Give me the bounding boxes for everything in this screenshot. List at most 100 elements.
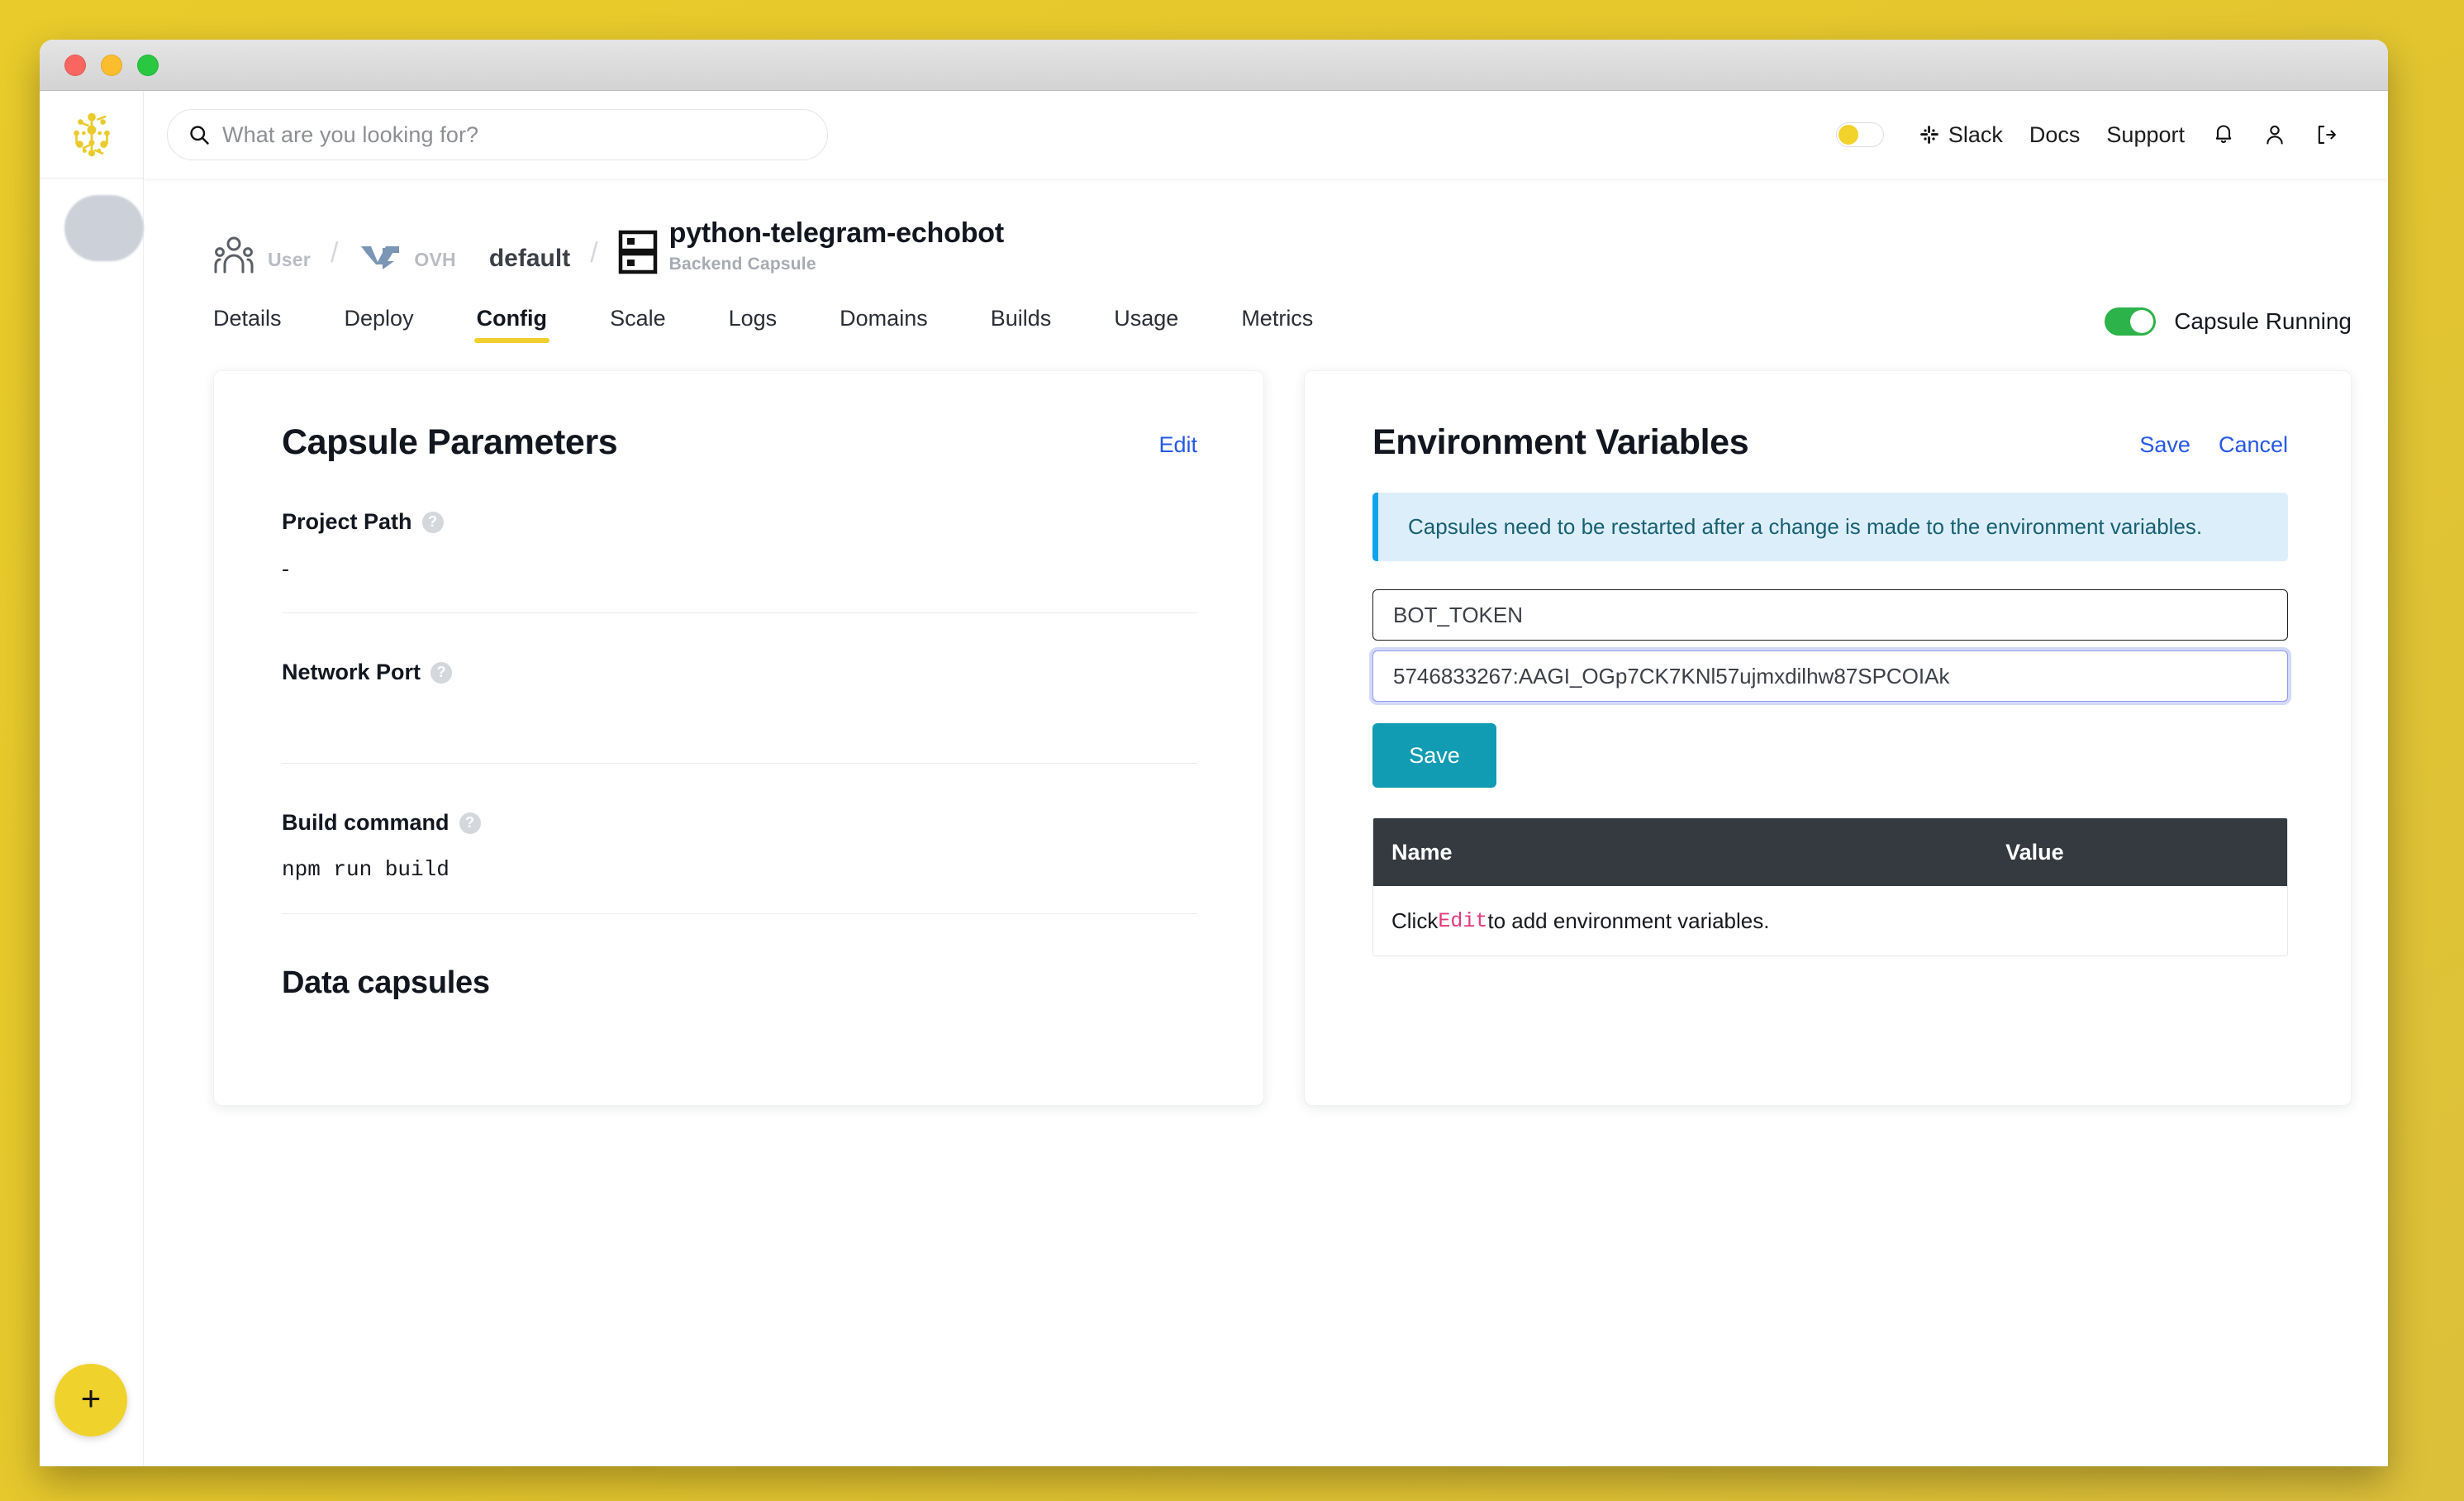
- param-build-command-label: Build command: [282, 810, 450, 835]
- logout-button[interactable]: [2300, 123, 2352, 146]
- add-button-label: +: [80, 1379, 102, 1418]
- network-port-help-icon[interactable]: ?: [430, 661, 453, 684]
- app-logo[interactable]: [40, 91, 143, 179]
- ovh-icon: [358, 236, 402, 274]
- edit-parameters-button[interactable]: Edit: [1158, 432, 1197, 458]
- param-build-command-label-row: Build command ?: [282, 810, 1197, 836]
- page-content: User / OVH default / python-telegram-ech…: [144, 179, 2388, 1466]
- search-input[interactable]: What are you looking for?: [222, 122, 478, 148]
- left-sidebar: +: [40, 91, 144, 1466]
- slack-link[interactable]: Slack: [1905, 122, 2016, 148]
- window-minimize-button[interactable]: [101, 54, 122, 76]
- capsule-kind-label: Backend Capsule: [668, 255, 816, 274]
- main-column: What are you looking for? Slack Docs Sup…: [144, 91, 2388, 1466]
- docs-link-label: Docs: [2029, 122, 2081, 147]
- restart-notice: Capsules need to be restarted after a ch…: [1372, 493, 2288, 561]
- breadcrumb-label-user: User: [268, 249, 311, 270]
- browser-window: + What are you looking for? Slack Docs S…: [40, 40, 2388, 1466]
- breadcrumb: User / OVH default / python-telegram-ech…: [180, 179, 2352, 274]
- tab-logs[interactable]: Logs: [729, 306, 778, 350]
- tab-builds[interactable]: Builds: [991, 306, 1052, 350]
- breadcrumb-item-ovh[interactable]: OVH: [358, 236, 456, 274]
- users-icon: [213, 235, 256, 274]
- table-empty-row: Click Edit to add environment variables.: [1373, 886, 2287, 955]
- capsule-status: Capsule Running: [2105, 307, 2352, 347]
- capsule-parameters-card: Capsule Parameters Edit Project Path ? -: [213, 370, 1264, 1106]
- slack-link-label: Slack: [1948, 122, 2003, 147]
- cancel-env-link[interactable]: Cancel: [2219, 432, 2288, 458]
- search-icon: [190, 126, 209, 145]
- capsule-running-toggle[interactable]: [2105, 307, 2157, 336]
- save-env-button[interactable]: Save: [1372, 723, 1496, 788]
- add-button[interactable]: +: [55, 1364, 127, 1437]
- bell-icon: [2215, 125, 2232, 144]
- support-link-label: Support: [2106, 122, 2185, 147]
- table-empty-suffix: to add environment variables.: [1487, 908, 1770, 933]
- capsule-running-label: Capsule Running: [2174, 308, 2352, 334]
- breadcrumb-label-ovh: OVH: [414, 249, 456, 270]
- param-network-port: Network Port ?: [282, 613, 1197, 764]
- slack-icon: [1920, 126, 1938, 144]
- param-project-path-label: Project Path: [282, 509, 412, 534]
- param-network-port-value: [282, 707, 1197, 735]
- param-project-path: Project Path ? -: [282, 463, 1197, 613]
- docs-link[interactable]: Docs: [2016, 122, 2094, 148]
- top-bar-actions: Slack Docs Support: [1835, 122, 2352, 148]
- page-title: python-telegram-echobot: [668, 217, 1004, 249]
- scalingo-logo-icon: [73, 112, 110, 156]
- breadcrumb-item-user[interactable]: User: [213, 235, 311, 274]
- window-titlebar: [40, 40, 2388, 91]
- tab-metrics[interactable]: Metrics: [1241, 306, 1313, 350]
- capsule-parameters-actions: Edit: [1158, 422, 1197, 458]
- capsule-icon: [618, 230, 658, 274]
- param-build-command-value: npm run build: [282, 857, 450, 882]
- capsule-running-toggle-knob: [2130, 310, 2154, 333]
- project-path-help-icon[interactable]: ?: [421, 511, 444, 533]
- tab-bar: Details Deploy Config Scale Logs Domains…: [180, 274, 2352, 355]
- tab-config[interactable]: Config: [473, 306, 550, 350]
- save-env-link[interactable]: Save: [2139, 432, 2190, 458]
- app-viewport: + What are you looking for? Slack Docs S…: [40, 91, 2388, 1466]
- table-empty-prefix: Click: [1391, 908, 1439, 933]
- tab-deploy[interactable]: Deploy: [345, 306, 414, 350]
- environment-variables-table: Name Value Click Edit to add environment…: [1372, 817, 2288, 956]
- breadcrumb-label-default: default: [488, 245, 571, 272]
- top-bar: What are you looking for? Slack Docs Sup…: [144, 91, 2388, 179]
- breadcrumb-separator-1: /: [330, 237, 339, 269]
- env-name-input[interactable]: BOT_TOKEN: [1372, 589, 2288, 641]
- breadcrumb-item-default[interactable]: default: [489, 245, 570, 274]
- theme-toggle-knob: [1838, 125, 1858, 145]
- user-icon: [2267, 125, 2283, 145]
- param-project-path-value: -: [282, 556, 289, 581]
- theme-toggle[interactable]: [1835, 122, 1884, 147]
- tab-usage[interactable]: Usage: [1114, 306, 1178, 350]
- support-link[interactable]: Support: [2093, 122, 2198, 148]
- account-button[interactable]: [2249, 123, 2300, 146]
- logout-icon: [2318, 126, 2336, 144]
- param-network-port-label-row: Network Port ?: [282, 660, 1197, 685]
- tab-scale[interactable]: Scale: [610, 306, 666, 350]
- environment-variables-card: Environment Variables Save Cancel Capsul…: [1304, 370, 2352, 1106]
- cards-row: Capsule Parameters Edit Project Path ? -: [180, 355, 2352, 1106]
- tab-domains[interactable]: Domains: [840, 306, 928, 350]
- window-close-button[interactable]: [64, 54, 86, 76]
- param-build-command: Build command ? npm run build: [282, 764, 1197, 914]
- window-zoom-button[interactable]: [137, 54, 159, 76]
- param-network-port-label: Network Port: [282, 660, 421, 684]
- build-command-help-icon[interactable]: ?: [459, 812, 481, 834]
- search-box[interactable]: What are you looking for?: [167, 109, 828, 160]
- environment-variables-title: Environment Variables: [1372, 422, 1749, 462]
- tab-details[interactable]: Details: [213, 306, 282, 350]
- env-value-input[interactable]: 5746833267:AAGI_OGp7CK7KNl57ujmxdilhw87S…: [1372, 650, 2288, 702]
- breadcrumb-item-capsule[interactable]: python-telegram-echobot Backend Capsule: [618, 217, 1004, 274]
- capsule-parameters-header: Capsule Parameters Edit: [282, 422, 1197, 463]
- table-header-value: Value: [2005, 839, 2064, 865]
- table-header-name: Name: [1391, 839, 1453, 865]
- environment-variables-actions: Save Cancel: [2139, 422, 2288, 458]
- breadcrumb-separator-2: /: [590, 237, 598, 269]
- table-empty-edit-code: Edit: [1438, 908, 1488, 933]
- data-capsules-title: Data capsules: [282, 965, 490, 1000]
- environment-variables-header: Environment Variables Save Cancel: [1372, 422, 2288, 463]
- notifications-button[interactable]: [2198, 123, 2249, 146]
- param-project-path-label-row: Project Path ?: [282, 509, 1197, 535]
